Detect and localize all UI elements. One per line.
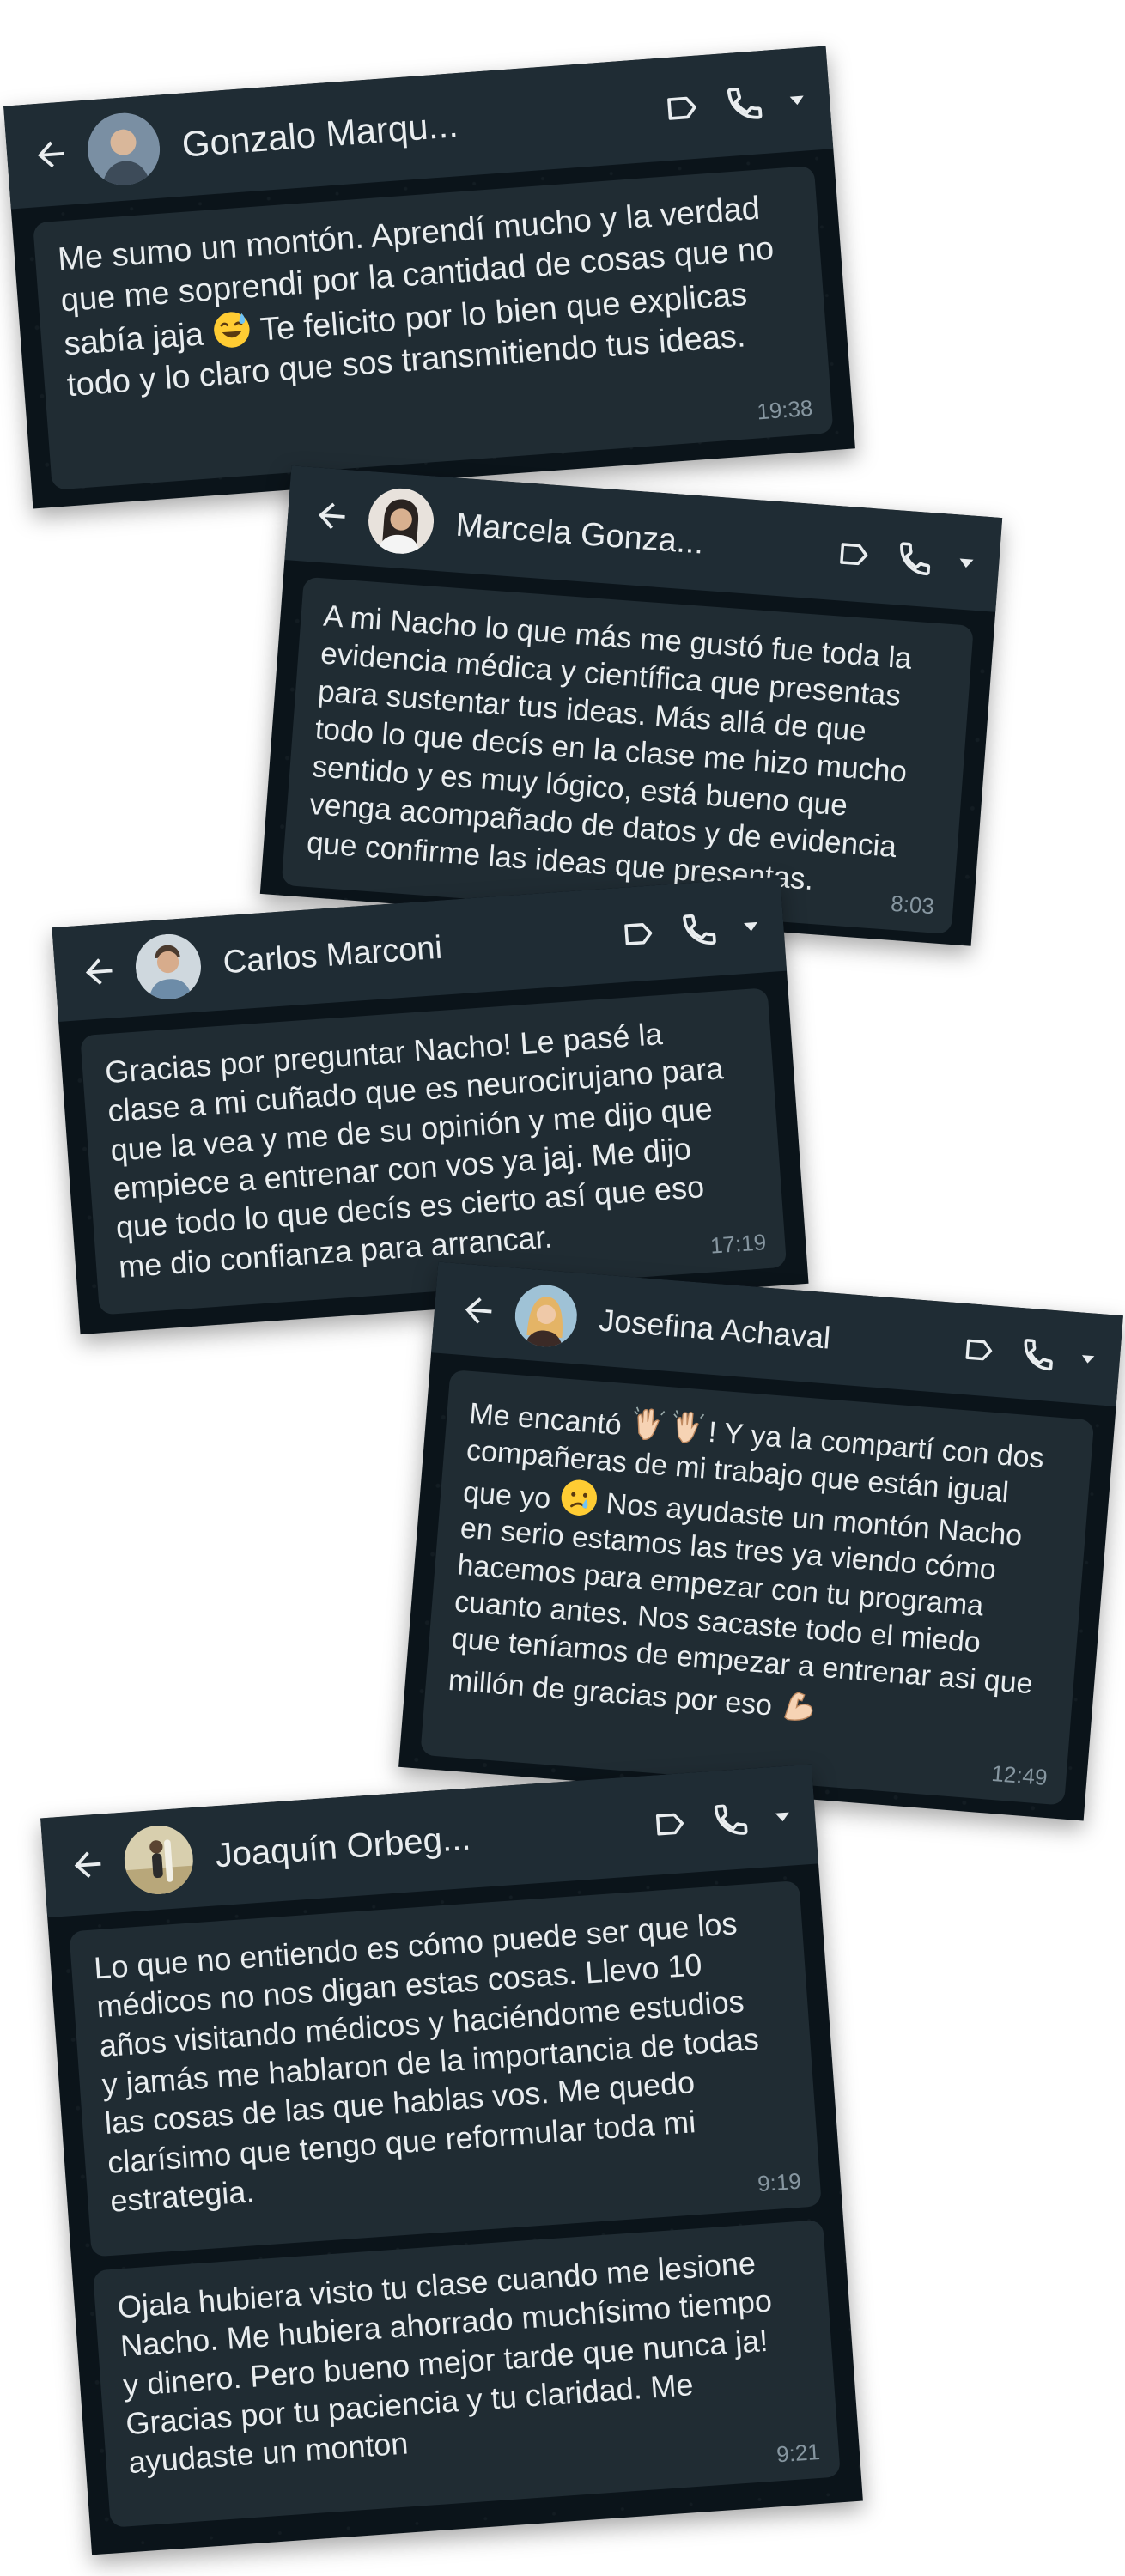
phone-icon[interactable] <box>724 82 766 125</box>
avatar[interactable] <box>122 1823 196 1897</box>
message-bubble: Gracias por preguntar Nacho! Le pasé la … <box>80 987 788 1315</box>
clapping-hands-emoji <box>629 1403 671 1445</box>
message-text: Me sumo un montón. Aprendí mucho y la ve… <box>56 190 775 404</box>
contact-name[interactable]: Carlos Marconi <box>222 917 613 981</box>
avatar[interactable] <box>366 486 436 556</box>
chat-card-joaquin: Joaquín Orbeg... Lo que no entiendo es c… <box>40 1764 863 2555</box>
message-text: Ojala hubiera visto tu clase cuando me l… <box>116 2245 774 2481</box>
caret-down-icon[interactable] <box>773 1807 791 1825</box>
chat-card-marcela: Marcela Gonza... A mi Nacho lo que más m… <box>259 465 1003 946</box>
phone-icon[interactable] <box>679 909 720 950</box>
arrow-left-icon[interactable] <box>30 133 72 175</box>
label-tag-icon[interactable] <box>651 1805 690 1844</box>
chat-card-gonzalo: Gonzalo Marqu... Me sumo un montón. Apre… <box>3 46 855 509</box>
message-time: 12:49 <box>990 1760 1049 1791</box>
contact-name[interactable]: Josefina Achaval <box>598 1302 955 1365</box>
arrow-left-icon[interactable] <box>457 1290 499 1332</box>
avatar[interactable] <box>513 1282 580 1350</box>
phone-icon[interactable] <box>1019 1335 1057 1374</box>
crying-face-emoji <box>557 1476 599 1518</box>
contact-name[interactable]: Gonzalo Marqu... <box>180 89 656 165</box>
caret-down-icon[interactable] <box>788 90 806 108</box>
message-time: 17:19 <box>709 1229 768 1259</box>
label-tag-icon[interactable] <box>662 88 702 128</box>
caret-down-icon[interactable] <box>958 553 976 571</box>
phone-icon[interactable] <box>895 538 935 579</box>
message-bubble: Me sumo un montón. Aprendí mucho y la ve… <box>33 165 834 490</box>
message-time: 8:03 <box>890 890 935 920</box>
flexed-biceps-emoji <box>779 1683 821 1725</box>
contact-name[interactable]: Marcela Gonza... <box>454 507 829 571</box>
phone-icon[interactable] <box>711 1800 751 1840</box>
arrow-left-icon[interactable] <box>78 951 120 993</box>
label-tag-icon[interactable] <box>619 914 658 953</box>
arrow-left-icon[interactable] <box>311 495 353 537</box>
message-text: Gracias por preguntar Nacho! Le pasé la … <box>103 1015 725 1285</box>
chat-card-josefina: Josefina Achaval Me encantó ! Y ya la co… <box>398 1261 1123 1821</box>
message-text: A mi Nacho lo que más me gustó fue toda … <box>305 598 914 896</box>
label-tag-icon[interactable] <box>961 1332 998 1369</box>
message-text: Lo que no entiendo es cómo puede ser que… <box>93 1905 760 2219</box>
avatar[interactable] <box>85 110 163 188</box>
sweat-smile-emoji <box>210 308 252 350</box>
chat-card-carlos: Carlos Marconi Gracias por preguntar Nac… <box>52 876 809 1335</box>
message-time: 19:38 <box>756 395 814 425</box>
arrow-left-icon[interactable] <box>66 1844 108 1886</box>
message-bubble: Me encantó ! Y ya la compartí con dos co… <box>420 1370 1095 1806</box>
message-text: Me encantó ! Y ya la compartí con dos co… <box>447 1390 1070 1746</box>
caret-down-icon[interactable] <box>742 917 760 935</box>
clapping-hands-emoji <box>668 1406 710 1448</box>
message-bubble: Lo que no entiendo es cómo puede ser que… <box>69 1880 822 2257</box>
caret-down-icon[interactable] <box>1079 1351 1096 1367</box>
message-bubble: Ojala hubiera visto tu clase cuando me l… <box>93 2220 841 2528</box>
label-tag-icon[interactable] <box>835 535 873 574</box>
message-time: 9:19 <box>757 2167 802 2197</box>
contact-name[interactable]: Joaquín Orbeg... <box>214 1807 645 1875</box>
avatar[interactable] <box>133 932 204 1002</box>
message-bubble: A mi Nacho lo que más me gustó fue toda … <box>281 576 974 934</box>
message-time: 9:21 <box>775 2439 821 2468</box>
